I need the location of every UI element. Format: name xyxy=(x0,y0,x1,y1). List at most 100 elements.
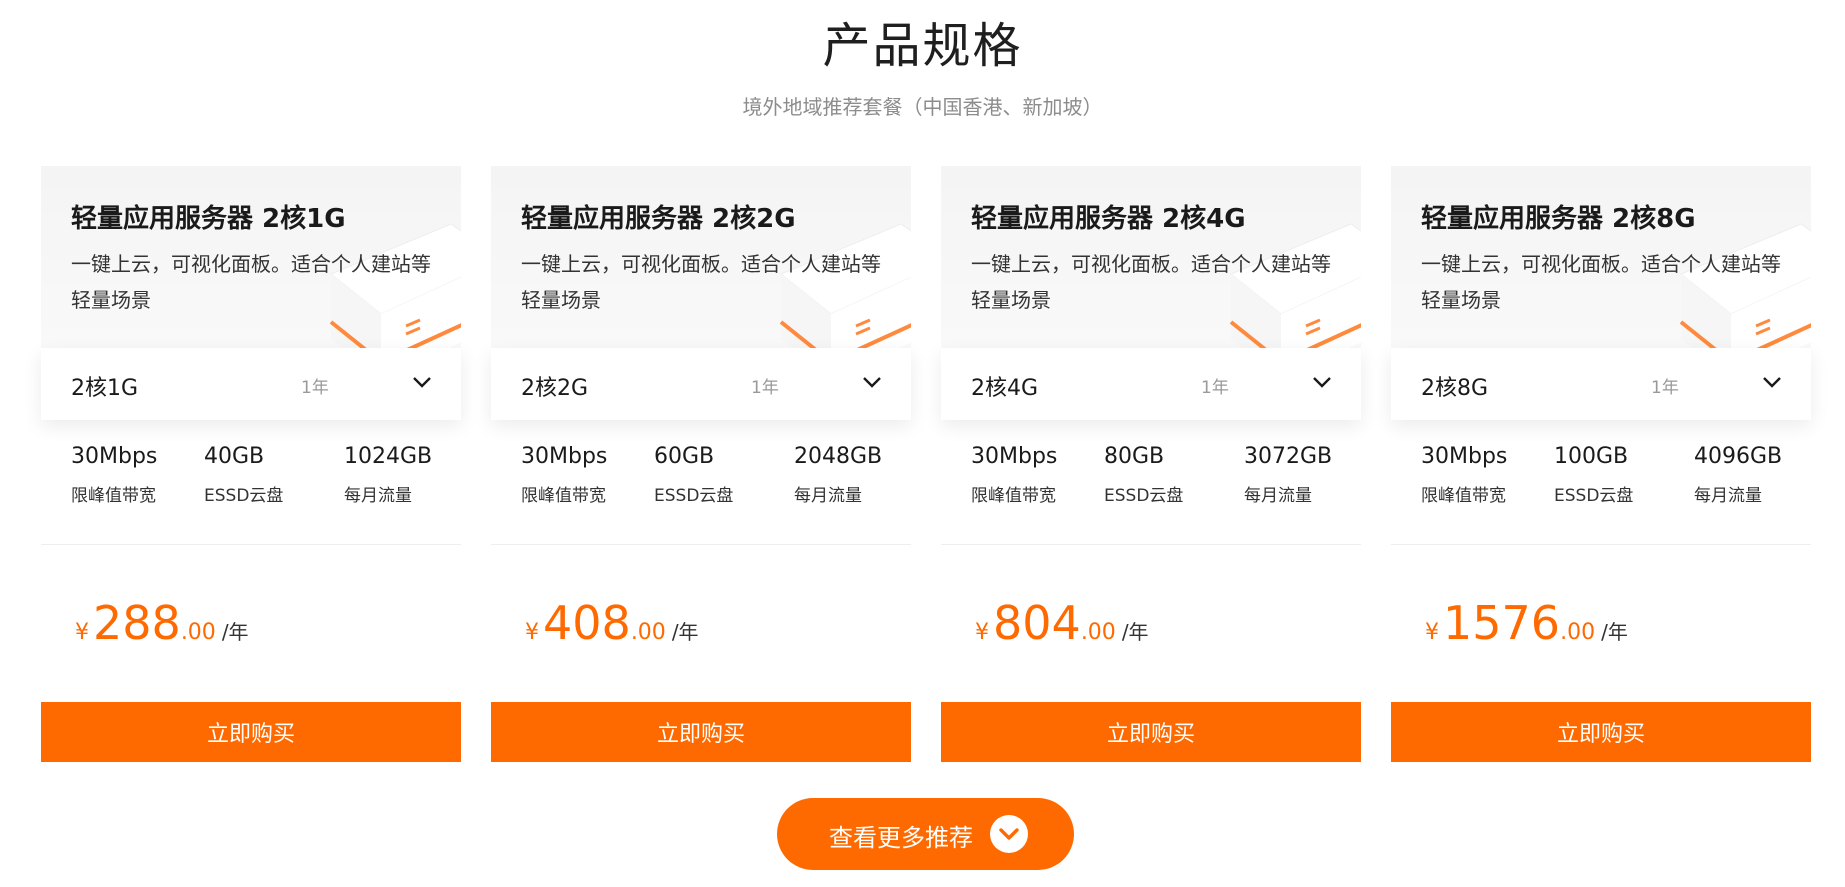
spec-list: 30Mbps 限峰值带宽 80GB ESSD云盘 3072GB 每月流量 xyxy=(941,444,1361,524)
config-select[interactable]: 2核8G 1年 xyxy=(1391,348,1811,420)
config-value: 2核8G xyxy=(1421,376,1489,401)
term-value: 1年 xyxy=(1651,378,1679,398)
card-description: 一键上云，可视化面板。适合个人建站等轻量场景 xyxy=(521,252,881,312)
bandwidth-label: 限峰值带宽 xyxy=(71,486,156,506)
spec-disk: 100GB ESSD云盘 xyxy=(1554,444,1633,506)
chevron-down-icon[interactable] xyxy=(411,374,433,390)
divider xyxy=(491,544,911,545)
product-card: 轻量应用服务器 2核1G 一键上云，可视化面板。适合个人建站等轻量场景 2核1G… xyxy=(41,166,461,762)
price-integer: 804 xyxy=(993,596,1081,650)
price: ¥408.00/年 xyxy=(525,596,699,650)
traffic-value: 3072GB xyxy=(1244,444,1333,469)
card-description: 一键上云，可视化面板。适合个人建站等轻量场景 xyxy=(971,252,1331,312)
page-title: 产品规格 xyxy=(822,18,1023,74)
config-value: 2核1G xyxy=(71,376,139,401)
bandwidth-label: 限峰值带宽 xyxy=(971,486,1056,506)
currency-symbol: ¥ xyxy=(975,620,989,645)
disk-label: ESSD云盘 xyxy=(1104,486,1184,506)
bandwidth-label: 限峰值带宽 xyxy=(1421,486,1506,506)
config-select[interactable]: 2核1G 1年 xyxy=(41,348,461,420)
currency-symbol: ¥ xyxy=(75,620,89,645)
spec-bandwidth: 30Mbps 限峰值带宽 xyxy=(1421,444,1507,506)
term-value: 1年 xyxy=(1201,378,1229,398)
price-integer: 408 xyxy=(543,596,631,650)
card-description: 一键上云，可视化面板。适合个人建站等轻量场景 xyxy=(1421,252,1781,312)
product-card: 轻量应用服务器 2核2G 一键上云，可视化面板。适合个人建站等轻量场景 2核2G… xyxy=(491,166,911,762)
traffic-value: 4096GB xyxy=(1694,444,1783,469)
view-more-label: 查看更多推荐 xyxy=(829,824,973,852)
traffic-label: 每月流量 xyxy=(794,486,862,506)
product-card: 轻量应用服务器 2核8G 一键上云，可视化面板。适合个人建站等轻量场景 2核8G… xyxy=(1391,166,1811,762)
card-header: 轻量应用服务器 2核4G 一键上云，可视化面板。适合个人建站等轻量场景 xyxy=(941,166,1361,376)
currency-symbol: ¥ xyxy=(525,620,539,645)
disk-label: ESSD云盘 xyxy=(204,486,284,506)
price-decimal: .00 xyxy=(1560,620,1596,645)
price-decimal: .00 xyxy=(1080,620,1116,645)
bandwidth-value: 30Mbps xyxy=(971,444,1058,469)
price-decimal: .00 xyxy=(630,620,666,645)
price-unit: /年 xyxy=(671,620,699,644)
bandwidth-label: 限峰值带宽 xyxy=(521,486,606,506)
bandwidth-value: 30Mbps xyxy=(71,444,158,469)
divider xyxy=(41,544,461,545)
card-title: 轻量应用服务器 2核1G xyxy=(71,204,346,234)
disk-value: 60GB xyxy=(654,444,715,469)
price-integer: 288 xyxy=(93,596,181,650)
price-unit: /年 xyxy=(221,620,249,644)
price-unit: /年 xyxy=(1601,620,1628,644)
card-title: 轻量应用服务器 2核8G xyxy=(1421,204,1696,234)
disk-value: 80GB xyxy=(1104,444,1165,469)
disk-label: ESSD云盘 xyxy=(1554,486,1634,506)
spec-disk: 60GB ESSD云盘 xyxy=(654,444,733,506)
config-value: 2核2G xyxy=(521,376,589,401)
price: ¥804.00/年 xyxy=(975,596,1149,650)
term-value: 1年 xyxy=(751,378,779,398)
spec-traffic: 2048GB 每月流量 xyxy=(794,444,882,506)
chevron-down-icon xyxy=(990,815,1028,853)
divider xyxy=(941,544,1361,545)
bandwidth-value: 30Mbps xyxy=(1421,444,1508,469)
term-value: 1年 xyxy=(301,378,329,398)
price: ¥1576.00/年 xyxy=(1425,596,1628,650)
buy-button[interactable]: 立即购买 xyxy=(41,702,461,762)
disk-value: 100GB xyxy=(1554,444,1629,469)
spec-list: 30Mbps 限峰值带宽 60GB ESSD云盘 2048GB 每月流量 xyxy=(491,444,911,524)
spec-list: 30Mbps 限峰值带宽 100GB ESSD云盘 4096GB 每月流量 xyxy=(1391,444,1811,524)
chevron-down-icon[interactable] xyxy=(1761,374,1783,390)
chevron-down-icon[interactable] xyxy=(1311,374,1333,390)
product-card: 轻量应用服务器 2核4G 一键上云，可视化面板。适合个人建站等轻量场景 2核4G… xyxy=(941,166,1361,762)
buy-button[interactable]: 立即购买 xyxy=(1391,702,1811,762)
card-title: 轻量应用服务器 2核2G xyxy=(521,204,796,234)
card-header: 轻量应用服务器 2核2G 一键上云，可视化面板。适合个人建站等轻量场景 xyxy=(491,166,911,376)
chevron-down-icon[interactable] xyxy=(861,374,883,390)
config-value: 2核4G xyxy=(971,376,1039,401)
card-header: 轻量应用服务器 2核1G 一键上云，可视化面板。适合个人建站等轻量场景 xyxy=(41,166,461,376)
spec-bandwidth: 30Mbps 限峰值带宽 xyxy=(71,444,157,506)
price-integer: 1576 xyxy=(1443,596,1561,650)
price-unit: /年 xyxy=(1121,620,1149,644)
view-more-button[interactable]: 查看更多推荐 xyxy=(777,798,1074,870)
traffic-label: 每月流量 xyxy=(1694,486,1762,506)
card-header: 轻量应用服务器 2核8G 一键上云，可视化面板。适合个人建站等轻量场景 xyxy=(1391,166,1811,376)
traffic-value: 1024GB xyxy=(344,444,433,469)
buy-button[interactable]: 立即购买 xyxy=(941,702,1361,762)
spec-list: 30Mbps 限峰值带宽 40GB ESSD云盘 1024GB 每月流量 xyxy=(41,444,461,524)
currency-symbol: ¥ xyxy=(1425,620,1439,645)
card-description: 一键上云，可视化面板。适合个人建站等轻量场景 xyxy=(71,252,431,312)
spec-traffic: 4096GB 每月流量 xyxy=(1694,444,1782,506)
bandwidth-value: 30Mbps xyxy=(521,444,608,469)
buy-button[interactable]: 立即购买 xyxy=(491,702,911,762)
disk-value: 40GB xyxy=(204,444,265,469)
config-select[interactable]: 2核2G 1年 xyxy=(491,348,911,420)
traffic-value: 2048GB xyxy=(794,444,883,469)
traffic-label: 每月流量 xyxy=(1244,486,1312,506)
spec-traffic: 1024GB 每月流量 xyxy=(344,444,432,506)
card-title: 轻量应用服务器 2核4G xyxy=(971,204,1246,234)
spec-disk: 80GB ESSD云盘 xyxy=(1104,444,1183,506)
spec-bandwidth: 30Mbps 限峰值带宽 xyxy=(971,444,1057,506)
price: ¥288.00/年 xyxy=(75,596,249,650)
divider xyxy=(1391,544,1811,545)
config-select[interactable]: 2核4G 1年 xyxy=(941,348,1361,420)
spec-traffic: 3072GB 每月流量 xyxy=(1244,444,1332,506)
traffic-label: 每月流量 xyxy=(344,486,412,506)
